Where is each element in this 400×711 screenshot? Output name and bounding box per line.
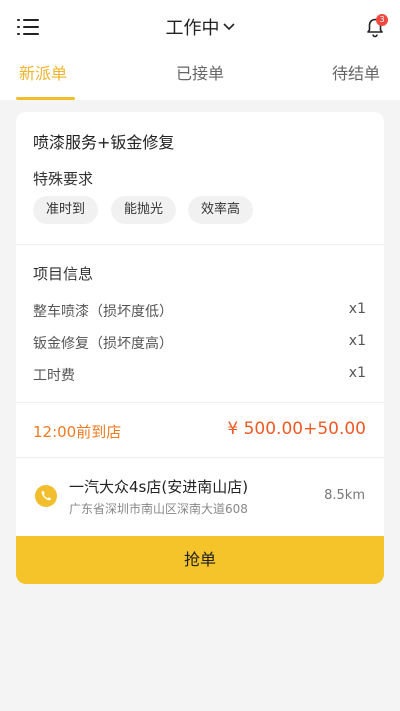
notification-badge: 3 <box>376 14 388 26</box>
divider <box>16 402 384 403</box>
active-tab-indicator <box>16 97 75 100</box>
item-qty: x1 <box>348 333 366 349</box>
tab-accepted[interactable]: 已接单 <box>176 62 224 86</box>
service-title: 喷漆服务+钣金修复 <box>33 133 175 152</box>
shop-name: 一汽大众4s店(安进南山店) <box>69 478 249 496</box>
item-qty: x1 <box>348 365 366 381</box>
order-price: ¥ 500.00+50.00 <box>227 419 366 439</box>
requirement-chip: 准时到 <box>33 196 99 224</box>
chevron-down-icon <box>222 15 235 36</box>
arrival-time: 12:00前到店 <box>33 423 122 441</box>
divider <box>16 457 384 458</box>
top-header: 工作中 3 新派单 已接单 待结单 <box>0 0 400 100</box>
grab-order-button[interactable]: 抢单 <box>16 536 384 584</box>
shop-address: 广东省深圳市南山区深南大道608 <box>69 502 248 516</box>
shop-distance: 8.5km <box>324 488 365 503</box>
requirements-label: 特殊要求 <box>33 170 94 188</box>
order-card: 喷漆服务+钣金修复 特殊要求 准时到 能抛光 效率高 项目信息 整车喷漆（损坏度… <box>16 112 384 584</box>
status-title: 工作中 <box>165 18 220 39</box>
item-qty: x1 <box>348 301 366 317</box>
item-name: 钣金修复（损坏度高） <box>33 336 173 352</box>
project-info-label: 项目信息 <box>33 265 94 283</box>
item-name: 工时费 <box>33 368 75 384</box>
requirement-chip: 效率高 <box>188 196 254 224</box>
phone-icon[interactable] <box>35 485 57 507</box>
item-name: 整车喷漆（损坏度低） <box>33 304 173 320</box>
status-dropdown[interactable]: 工作中 <box>0 14 400 40</box>
tab-new-dispatch[interactable]: 新派单 <box>19 62 67 86</box>
tab-pending-settlement[interactable]: 待结单 <box>332 62 380 86</box>
requirement-chip: 能抛光 <box>111 196 177 224</box>
divider <box>16 244 384 245</box>
